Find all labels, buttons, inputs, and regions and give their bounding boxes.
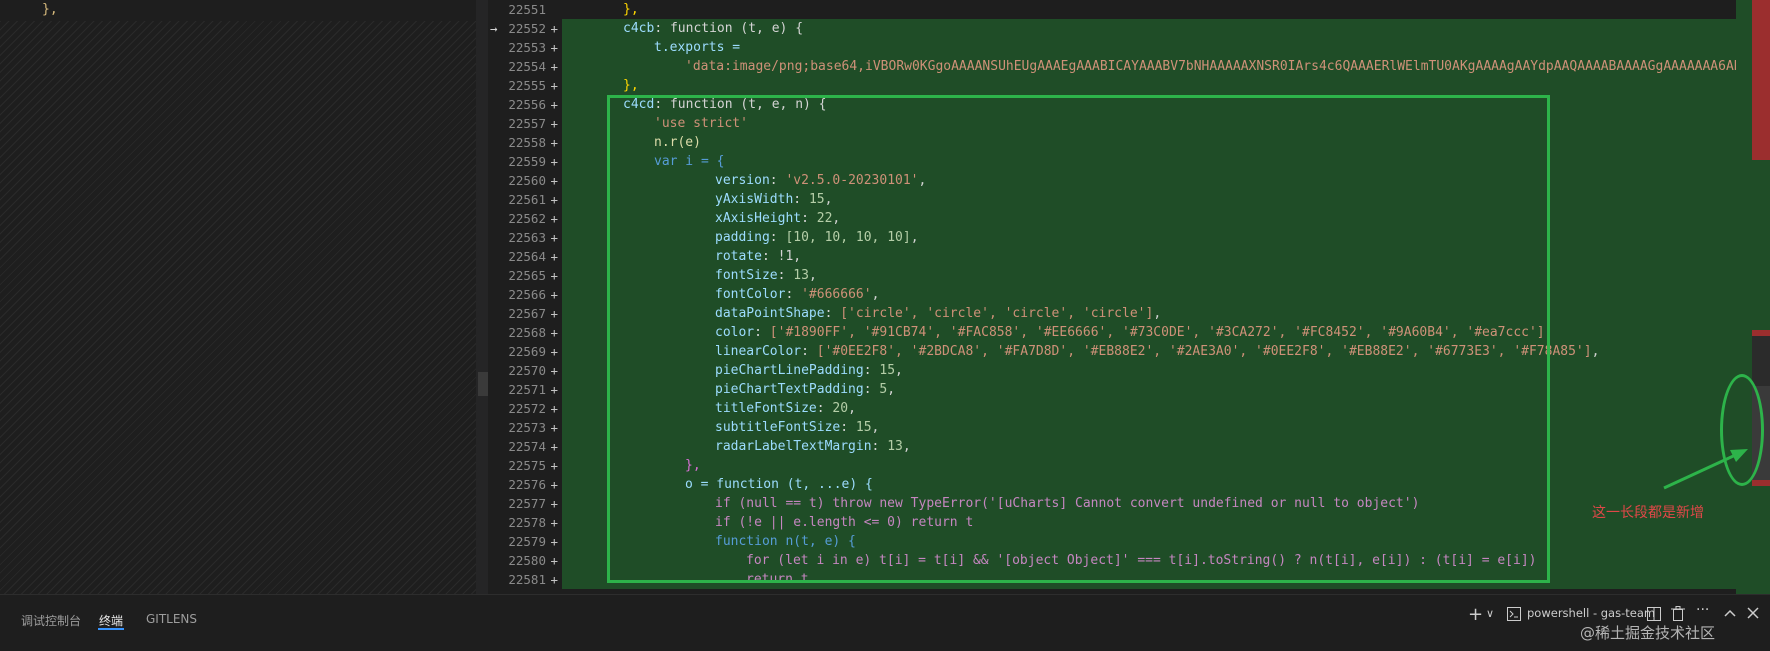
maximize-panel-icon[interactable]	[1724, 608, 1736, 618]
close-panel-icon[interactable]	[1747, 607, 1759, 619]
tab-debug-console[interactable]: 调试控制台	[21, 612, 81, 629]
tab-terminal[interactable]: 终端	[99, 612, 123, 629]
new-terminal-plus-icon[interactable]: +	[1468, 604, 1483, 625]
annotation-label: 这一长段都是新增	[1592, 505, 1704, 521]
more-actions-icon[interactable]: ···	[1696, 602, 1709, 618]
chevron-down-icon[interactable]: ∨	[1486, 607, 1494, 620]
tab-gitlens[interactable]: GITLENS	[146, 612, 197, 626]
trash-icon[interactable]	[1671, 606, 1685, 621]
terminal-icon	[1507, 607, 1521, 621]
bottom-panel	[0, 594, 1770, 651]
annotation-arrow-icon	[1663, 449, 1748, 490]
active-tab-indicator	[98, 628, 124, 630]
split-terminal-icon[interactable]	[1647, 607, 1661, 621]
terminal-name[interactable]: powershell - gas-team	[1527, 606, 1655, 620]
watermark: @稀土掘金技术社区	[1580, 624, 1716, 642]
